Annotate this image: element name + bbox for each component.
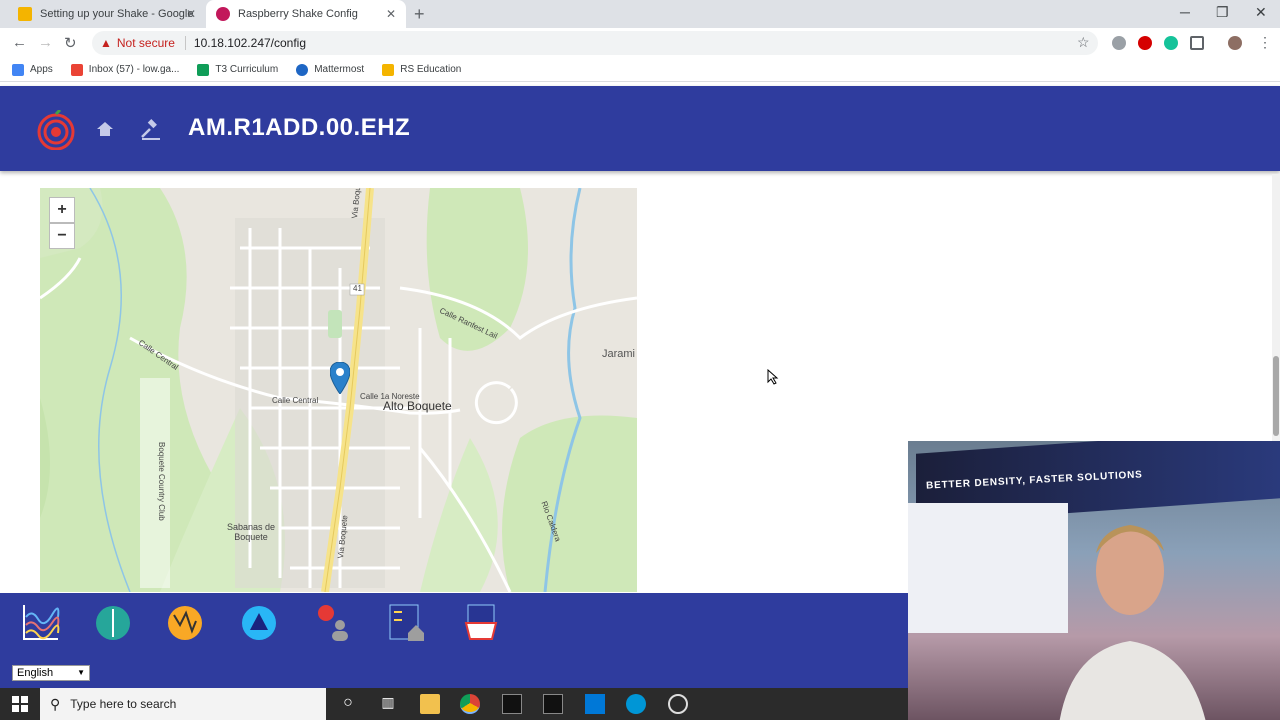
language-select[interactable]: English ▼ bbox=[12, 665, 90, 681]
bookmark-rs-education[interactable]: RS Education bbox=[382, 63, 461, 76]
chrome-icon[interactable] bbox=[460, 694, 480, 714]
bookmarks-bar: Apps Inbox (57) - low.ga... T3 Curriculu… bbox=[0, 58, 1280, 82]
area-label: Sabanas de Boquete bbox=[226, 522, 276, 542]
apps-grid-icon bbox=[12, 63, 24, 76]
chevron-down-icon: ▼ bbox=[77, 668, 85, 677]
screenshot-icon[interactable] bbox=[1190, 36, 1204, 50]
station-location-map[interactable]: + − 41 Via Boquete Via Boquete Calle Cen… bbox=[40, 188, 637, 592]
forward-icon[interactable]: → bbox=[38, 34, 53, 51]
gavel-icon[interactable] bbox=[140, 119, 162, 141]
bookmark-apps[interactable]: Apps bbox=[12, 63, 53, 76]
shop-cart-icon[interactable] bbox=[462, 603, 500, 643]
seismogram-icon[interactable] bbox=[22, 603, 60, 643]
extension-icon[interactable] bbox=[1112, 36, 1126, 50]
calculator-icon[interactable] bbox=[585, 694, 605, 714]
raspberry-shake-icon bbox=[216, 7, 230, 21]
mattermost-icon bbox=[296, 63, 309, 76]
area-label: Boquete Country Club bbox=[157, 442, 166, 521]
map-marker-icon[interactable] bbox=[330, 362, 350, 394]
back-icon[interactable]: ← bbox=[12, 34, 27, 51]
warning-icon: ▲ bbox=[100, 36, 112, 50]
tab-label: Raspberry Shake Config bbox=[238, 8, 358, 20]
bookmark-t3-curriculum[interactable]: T3 Curriculum bbox=[197, 63, 278, 76]
grammarly-icon[interactable] bbox=[1164, 36, 1178, 50]
bookmark-star-icon[interactable]: ☆ bbox=[1077, 34, 1090, 51]
menu-kebab-icon[interactable]: ⋮ bbox=[1258, 34, 1272, 51]
street-label: Calle Central bbox=[272, 396, 319, 405]
town-label: Jarami bbox=[602, 348, 636, 360]
server-house-icon[interactable] bbox=[388, 603, 426, 643]
route-label: 41 bbox=[353, 284, 362, 293]
address-bar[interactable]: ▲ Not secure 10.18.102.247/config bbox=[92, 31, 1098, 55]
booth-poster bbox=[908, 503, 1068, 633]
presenter-video bbox=[1059, 525, 1206, 720]
raspberry-shake-logo[interactable] bbox=[36, 110, 76, 150]
security-indicator[interactable]: ▲ Not secure bbox=[100, 36, 175, 50]
search-icon: ⚲ bbox=[50, 695, 61, 712]
zoom-in-button[interactable]: + bbox=[49, 197, 75, 223]
triangle-alert-icon[interactable] bbox=[240, 603, 278, 643]
taskbar-search[interactable]: ⚲ Type here to search bbox=[40, 688, 326, 720]
url-text[interactable]: 10.18.102.247/config bbox=[184, 36, 306, 50]
mouse-cursor-icon bbox=[767, 369, 779, 385]
drive-icon bbox=[197, 63, 210, 76]
home-icon[interactable] bbox=[96, 120, 114, 138]
profile-avatar[interactable] bbox=[1228, 36, 1242, 50]
adblock-icon[interactable] bbox=[1138, 36, 1152, 50]
browser-tab-strip: Setting up your Shake - Google ✕ Raspber… bbox=[0, 0, 1280, 28]
close-icon[interactable]: ✕ bbox=[186, 7, 196, 21]
station-title: AM.R1ADD.00.EHZ bbox=[188, 114, 411, 141]
minimize-icon[interactable]: ─ bbox=[1180, 4, 1190, 20]
terminal-icon[interactable] bbox=[543, 694, 563, 714]
community-chat-icon[interactable] bbox=[314, 603, 352, 643]
bookmark-mattermost[interactable]: Mattermost bbox=[296, 63, 364, 76]
browser-toolbar: ← → ↻ ▲ Not secure 10.18.102.247/config … bbox=[0, 28, 1280, 58]
windows-taskbar: ⚲ Type here to search ○ ▥ bbox=[0, 688, 908, 720]
hp-icon[interactable] bbox=[626, 694, 646, 714]
file-explorer-icon[interactable] bbox=[420, 694, 440, 714]
helicorder-icon[interactable] bbox=[166, 603, 204, 643]
app-footer: English ▼ bbox=[0, 593, 908, 688]
tab-raspberry-shake-config[interactable]: Raspberry Shake Config ✕ bbox=[206, 0, 406, 28]
reload-icon[interactable]: ↻ bbox=[64, 34, 77, 52]
bookmark-inbox[interactable]: Inbox (57) - low.ga... bbox=[70, 63, 179, 76]
scrollbar-thumb[interactable] bbox=[1273, 356, 1279, 436]
window-close-icon[interactable]: ✕ bbox=[1255, 4, 1267, 21]
zoom-out-button[interactable]: − bbox=[49, 223, 75, 249]
tab-setting-up-shake[interactable]: Setting up your Shake - Google ✕ bbox=[8, 0, 206, 28]
gmail-icon bbox=[70, 63, 83, 76]
cortana-icon[interactable]: ○ bbox=[338, 694, 358, 714]
webcam-overlay: BETTER DENSITY, FASTER SOLUTIONS bbox=[908, 441, 1280, 720]
windows-start-icon[interactable] bbox=[12, 696, 28, 712]
drive-icon bbox=[382, 63, 395, 76]
obs-icon[interactable] bbox=[668, 694, 688, 714]
task-view-icon[interactable]: ▥ bbox=[378, 694, 398, 714]
app-header: AM.R1ADD.00.EHZ bbox=[0, 86, 1280, 171]
close-icon[interactable]: ✕ bbox=[386, 7, 396, 21]
tab-label: Setting up your Shake - Google bbox=[40, 8, 194, 20]
maximize-icon[interactable]: ❐ bbox=[1216, 4, 1229, 21]
compass-icon[interactable] bbox=[94, 603, 132, 643]
new-tab-icon[interactable]: + bbox=[414, 4, 425, 25]
terminal-icon[interactable] bbox=[502, 694, 522, 714]
town-label-main: Alto Boquete bbox=[383, 399, 452, 413]
google-slides-icon bbox=[18, 7, 32, 21]
